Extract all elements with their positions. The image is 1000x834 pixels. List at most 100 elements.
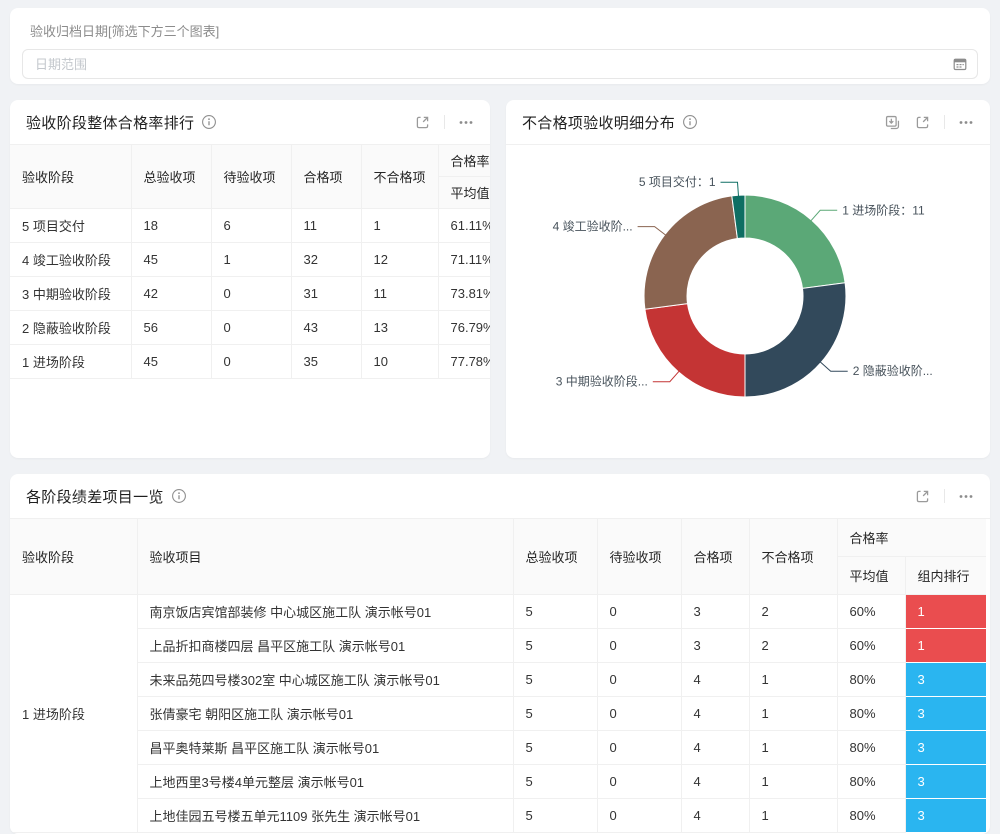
cell-total: 56 [131, 311, 211, 345]
cell-pass: 11 [291, 209, 361, 243]
cell-project: 上品折扣商楼四层 昌平区施工队 演示帐号01 [137, 629, 513, 663]
pass-rate-ranking-card: 验收阶段整体合格率排行 [10, 100, 490, 458]
table-row: 张倩豪宅 朝阳区施工队 演示帐号01504180%3 [10, 697, 986, 731]
cell-stage: 5 项目交付 [10, 209, 131, 243]
donut-label-line [638, 227, 666, 236]
cell-project: 上地佳园五号楼五单元1109 张先生 演示帐号01 [137, 799, 513, 833]
cell-total: 42 [131, 277, 211, 311]
cell-project: 未来品苑四号楼302室 中心城区施工队 演示帐号01 [137, 663, 513, 697]
info-circle-icon[interactable] [201, 114, 217, 130]
col-header: 验收阶段 [10, 519, 137, 595]
cell-fail: 2 [749, 629, 837, 663]
col-header: 验收项目 [137, 519, 513, 595]
cell-pending: 0 [597, 697, 681, 731]
cell-pass: 3 [681, 629, 749, 663]
cell-fail: 11 [361, 277, 438, 311]
cell-rate-avg: 73.81% [438, 277, 490, 311]
col-header: 总验收项 [131, 145, 211, 209]
rank-badge: 1 [905, 629, 986, 663]
filter-card: 验收归档日期[筛选下方三个图表] [10, 8, 990, 84]
cell-pending: 0 [597, 799, 681, 833]
cell-fail: 1 [749, 799, 837, 833]
col-header-group: 合格率 [438, 145, 490, 177]
cell-stage-group: 1 进场阶段 [10, 595, 137, 833]
rank-badge: 3 [905, 799, 986, 833]
filter-title: 验收归档日期[筛选下方三个图表] [22, 18, 978, 49]
cell-fail: 2 [749, 595, 837, 629]
donut-slice[interactable] [645, 304, 745, 397]
date-range-field [22, 49, 978, 79]
cell-fail: 1 [749, 765, 837, 799]
table-row: 上品折扣商楼四层 昌平区施工队 演示帐号01503260%1 [10, 629, 986, 663]
col-subheader: 平均值 [837, 557, 905, 595]
cell-rate-avg: 80% [837, 697, 905, 731]
cell-rate-avg: 60% [837, 629, 905, 663]
info-circle-icon[interactable] [682, 114, 698, 130]
cell-stage: 4 竣工验收阶段 [10, 243, 131, 277]
card-title: 不合格项验收明细分布 [522, 112, 675, 133]
cell-total: 18 [131, 209, 211, 243]
cell-pass: 4 [681, 663, 749, 697]
cell-rate-avg: 77.78% [438, 345, 490, 379]
cell-rate-avg: 76.79% [438, 311, 490, 345]
expand-icon[interactable] [914, 488, 931, 505]
worst-projects-table: 验收阶段 验收项目 总验收项 待验收项 合格项 不合格项 合格率 平均值 组内排… [10, 519, 986, 833]
col-header: 不合格项 [361, 145, 438, 209]
export-data-icon[interactable] [884, 114, 901, 131]
cell-fail: 12 [361, 243, 438, 277]
cell-rate-avg: 60% [837, 595, 905, 629]
table-row: 上地佳园五号楼五单元1109 张先生 演示帐号01504180%3 [10, 799, 986, 833]
cell-pass: 31 [291, 277, 361, 311]
cell-total: 45 [131, 345, 211, 379]
fail-distribution-card: 不合格项验收明细分布 [506, 100, 990, 458]
more-icon[interactable] [958, 488, 974, 504]
calendar-icon[interactable] [952, 56, 968, 72]
rank-badge: 3 [905, 697, 986, 731]
cell-rate-avg: 71.11% [438, 243, 490, 277]
card-title: 各阶段绩差项目一览 [26, 486, 164, 507]
cell-stage: 3 中期验收阶段 [10, 277, 131, 311]
table-row: 1 进场阶段南京饭店宾馆部装修 中心城区施工队 演示帐号01503260%1 [10, 595, 986, 629]
cell-total: 5 [513, 697, 597, 731]
cell-pass: 4 [681, 697, 749, 731]
donut-slice[interactable] [644, 196, 737, 309]
cell-pass: 4 [681, 731, 749, 765]
cell-pending: 0 [597, 663, 681, 697]
divider [444, 115, 445, 129]
col-header: 合格项 [681, 519, 749, 595]
donut-label-line [721, 182, 739, 196]
expand-icon[interactable] [914, 114, 931, 131]
cell-pending: 1 [211, 243, 291, 277]
date-range-input[interactable] [22, 49, 978, 79]
cell-fail: 13 [361, 311, 438, 345]
donut-label: 5 项目交付：1 [639, 174, 716, 189]
donut-chart: 1 进场阶段：112 隐蔽验收阶...3 中期验收阶段...4 竣工验收阶...… [506, 145, 990, 457]
donut-label: 2 隐蔽验收阶... [853, 363, 933, 378]
rank-badge: 1 [905, 595, 986, 629]
rank-badge: 3 [905, 663, 986, 697]
more-icon[interactable] [958, 114, 974, 130]
donut-label-line [811, 210, 837, 221]
donut-label: 1 进场阶段：11 [842, 202, 925, 217]
more-icon[interactable] [458, 114, 474, 130]
expand-icon[interactable] [414, 114, 431, 131]
cell-pass: 3 [681, 595, 749, 629]
col-header: 总验收项 [513, 519, 597, 595]
table-row: 上地西里3号楼4单元整层 演示帐号01504180%3 [10, 765, 986, 799]
donut-slice[interactable] [745, 283, 846, 397]
card-title: 验收阶段整体合格率排行 [26, 112, 194, 133]
cell-project: 张倩豪宅 朝阳区施工队 演示帐号01 [137, 697, 513, 731]
donut-slice[interactable] [745, 195, 845, 288]
donut-label: 4 竣工验收阶... [553, 219, 633, 234]
cell-total: 5 [513, 731, 597, 765]
col-header: 合格项 [291, 145, 361, 209]
info-circle-icon[interactable] [171, 488, 187, 504]
cell-fail: 1 [361, 209, 438, 243]
cell-total: 5 [513, 663, 597, 697]
donut-label-line [820, 362, 848, 371]
table-row: 3 中期验收阶段420311173.81% [10, 277, 490, 311]
rank-badge: 3 [905, 731, 986, 765]
cell-pass: 4 [681, 765, 749, 799]
cell-project: 昌平奥特莱斯 昌平区施工队 演示帐号01 [137, 731, 513, 765]
cell-rate-avg: 80% [837, 663, 905, 697]
